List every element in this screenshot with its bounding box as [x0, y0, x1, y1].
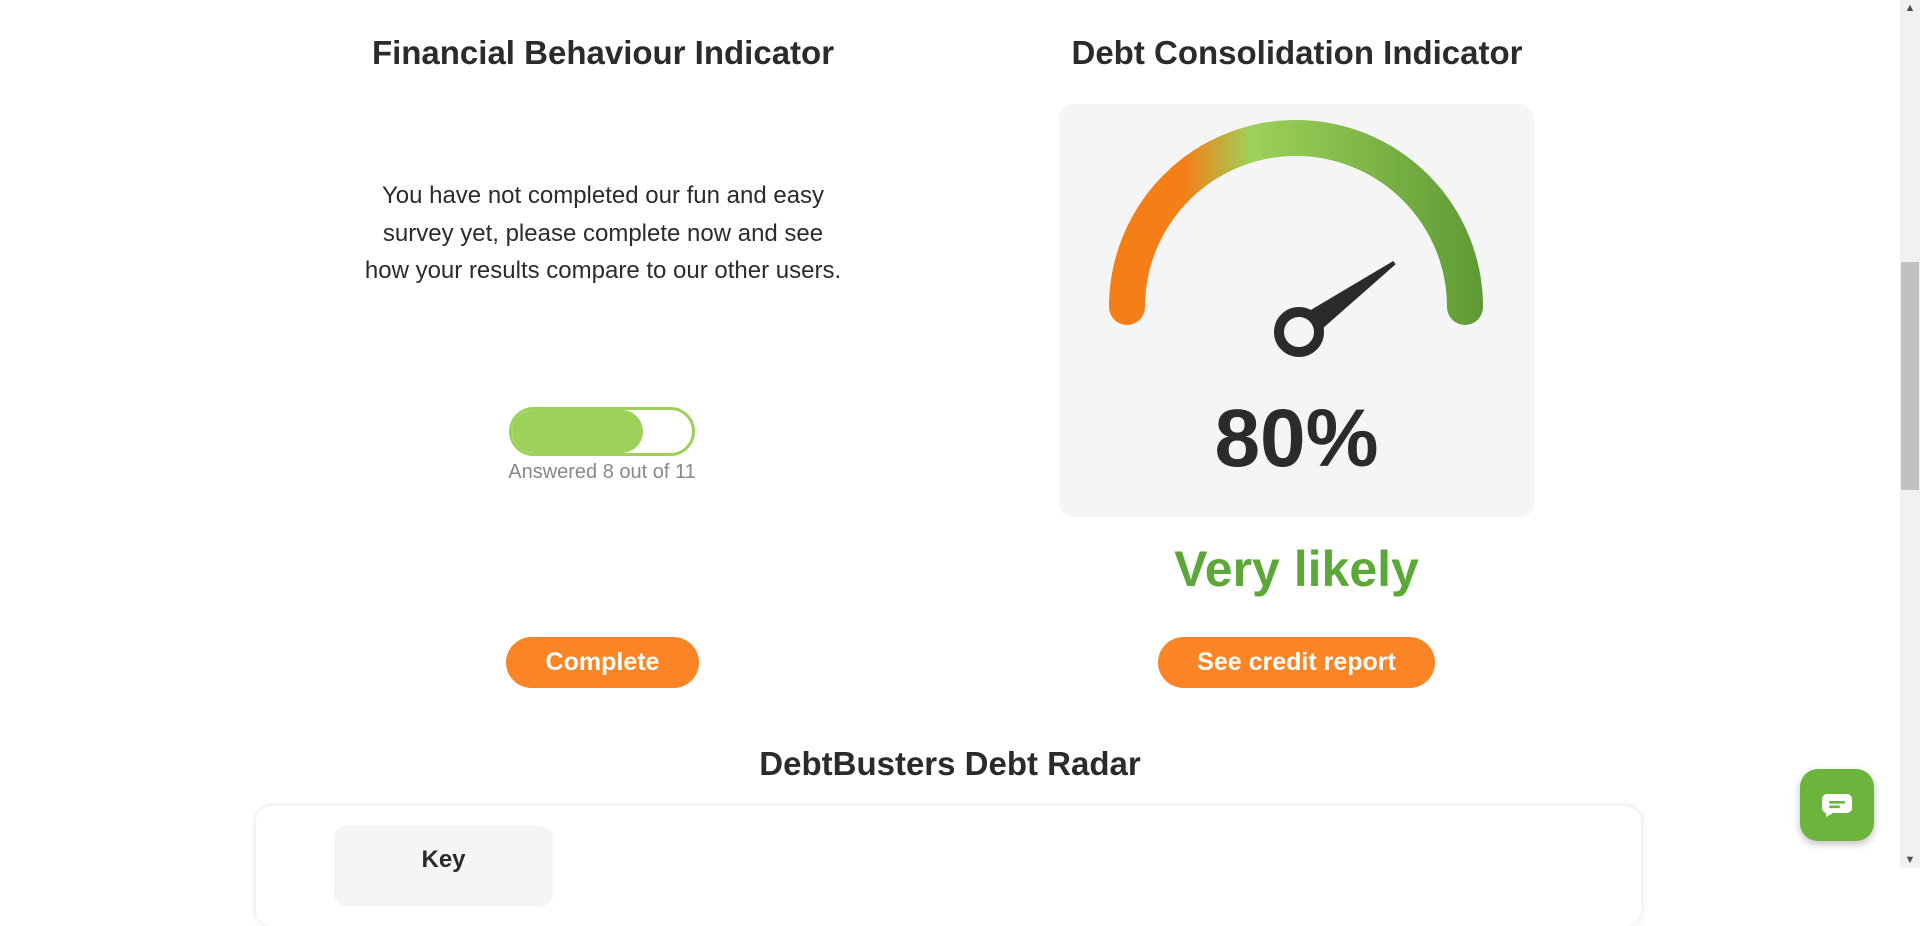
see-credit-report-button[interactable]: See credit report	[1158, 637, 1435, 688]
scroll-down-arrow-icon[interactable]: ▼	[1900, 852, 1920, 868]
complete-button[interactable]: Complete	[506, 637, 699, 688]
survey-progress-text: Answered 8 out of 11	[508, 461, 696, 483]
chat-button[interactable]	[1800, 769, 1874, 841]
gauge-hub	[1274, 307, 1324, 357]
financial-behaviour-title: Financial Behaviour Indicator	[371, 34, 835, 71]
key-label: Key	[421, 846, 466, 873]
survey-message: You have not completed our fun and easy …	[364, 182, 842, 284]
likelihood-text: Very likely	[1174, 541, 1419, 597]
survey-progress-bar	[509, 407, 695, 456]
gauge-percent-value: 80%	[1214, 393, 1379, 484]
scroll-up-arrow-icon[interactable]: ▲	[1900, 0, 1920, 16]
gauge-card: 80%	[1059, 104, 1534, 517]
chat-bubble-icon	[1821, 794, 1852, 817]
gauge-arc	[1109, 120, 1483, 325]
survey-progress-fill	[512, 410, 643, 453]
debt-radar-title: DebtBusters Debt Radar	[759, 745, 1141, 782]
debt-consolidation-title: Debt Consolidation Indicator	[1071, 34, 1523, 71]
scrollbar-thumb[interactable]	[1901, 262, 1919, 490]
